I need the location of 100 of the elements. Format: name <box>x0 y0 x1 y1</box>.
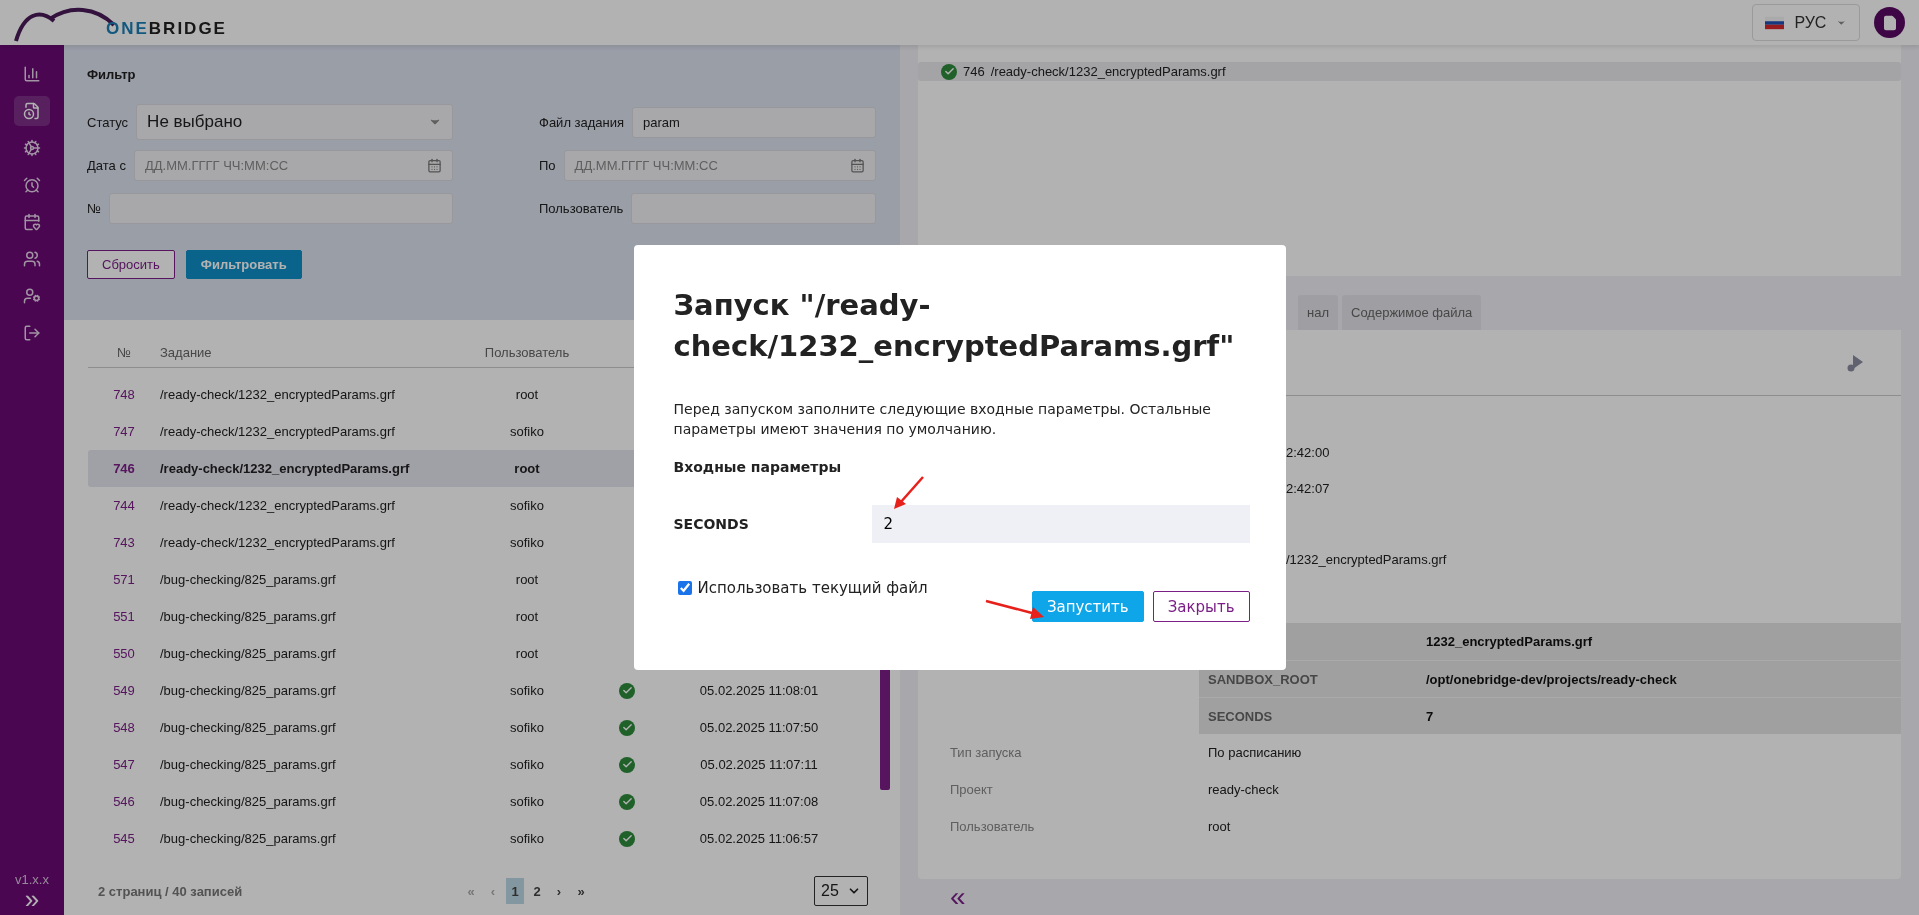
table-cell: sofiko <box>510 424 544 439</box>
table-cell: sofiko <box>510 794 544 809</box>
detail-label: Пользователь <box>950 819 1036 834</box>
task-number: 746 <box>963 64 985 79</box>
column-header: № <box>117 345 131 360</box>
table-cell: 744 <box>113 498 135 513</box>
close-button[interactable]: Закрыть <box>1152 591 1250 622</box>
field-label: Файл задания <box>539 114 625 130</box>
table-cell: sofiko <box>510 720 544 735</box>
tab[interactable]: Содержимое файла <box>1342 295 1482 330</box>
column-header: Пользователь <box>484 345 570 360</box>
avatar[interactable] <box>1874 7 1905 38</box>
page-button[interactable]: 2 <box>528 878 546 904</box>
table-cell: 748 <box>113 387 135 402</box>
table-cell: 549 <box>113 683 135 698</box>
table-cell: 550 <box>113 646 135 661</box>
table-cell: sofiko <box>510 535 544 550</box>
table-row[interactable]: 547 /bug-checking/825_params.grf sofiko 05.02.2025 11:07:11 <box>88 746 868 783</box>
table-cell: 747 <box>113 424 135 439</box>
table-cell: /bug-checking/825_params.grf <box>160 609 336 624</box>
detail-label: Тип запуска <box>950 745 1023 760</box>
table-cell: /ready-check/1232_encryptedParams.grf <box>160 424 395 439</box>
table-cell: sofiko <box>510 757 544 772</box>
flag-icon <box>1765 15 1785 30</box>
filter-title: Фильтр <box>87 67 137 82</box>
input-field[interactable]: param <box>632 106 876 138</box>
parameter-value: 1232_encryptedParams.grf <box>1426 634 1594 649</box>
field-label: По <box>539 157 556 173</box>
parameter-value: /opt/onebridge-dev/projects/ready-check <box>1426 671 1678 687</box>
tab[interactable]: нал <box>1298 295 1338 330</box>
table-cell: 746 <box>113 461 135 476</box>
dialog-description: Перед запуском заполните следующие входные параметры. Остальные параметры имеют значения по умолчанию. <box>673 400 1212 439</box>
table-cell: /bug-checking/825_params.grf <box>160 831 336 846</box>
table-cell: 05.02.2025 11:08:01 <box>699 683 819 698</box>
table-cell: 05.02.2025 11:07:11 <box>700 757 818 772</box>
reset-button[interactable]: Сбросить <box>87 250 175 279</box>
status-select[interactable]: Не выбрано <box>136 104 453 140</box>
table-cell: root <box>515 609 539 624</box>
table-cell: 547 <box>113 757 135 772</box>
next-page-button[interactable]: › <box>550 878 568 904</box>
table-cell: 571 <box>113 572 135 587</box>
language-button[interactable]: РУС <box>1752 4 1860 41</box>
checkbox-label: Использовать текущий файл <box>697 579 928 597</box>
table-row[interactable]: 548 /bug-checking/825_params.grf sofiko 05.02.2025 11:07:50 <box>88 709 868 746</box>
table-cell: /bug-checking/825_params.grf <box>160 572 336 587</box>
column-header: Задание <box>160 345 212 360</box>
table-cell: sofiko <box>510 498 544 513</box>
table-cell: /ready-check/1232_encryptedParams.grf <box>160 535 395 550</box>
calendar-icon <box>850 157 865 173</box>
table-cell: 05.02.2025 11:07:08 <box>699 794 819 809</box>
detail-value: /1232_encryptedParams.grf <box>1286 551 1447 567</box>
table-cell: /bug-checking/825_params.grf <box>160 720 336 735</box>
table-cell: 545 <box>113 831 135 846</box>
table-cell: sofiko <box>510 831 544 846</box>
section-title: Входные параметры <box>673 459 843 475</box>
page-size-select[interactable]: 25 <box>814 876 868 906</box>
table-cell: 548 <box>113 720 135 735</box>
table-cell: /ready-check/1232_encryptedParams.grf <box>160 498 395 513</box>
table-cell: /ready-check/1232_encryptedParams.grf <box>160 387 395 402</box>
table-cell: /bug-checking/825_params.grf <box>160 646 336 661</box>
table-cell: sofiko <box>510 683 544 698</box>
table-cell: 546 <box>113 794 135 809</box>
table-cell: /ready-check/1232_encryptedParams.grf <box>160 461 410 476</box>
calendar-icon <box>427 157 442 173</box>
field-label: № <box>87 200 101 216</box>
table-row[interactable]: 546 /bug-checking/825_params.grf sofiko 05.02.2025 11:07:08 <box>88 783 868 820</box>
collapse-button[interactable]: « <box>950 885 966 909</box>
page-button[interactable]: 1 <box>506 878 524 904</box>
annotation-arrow <box>983 598 1046 620</box>
checkbox[interactable] <box>677 581 692 595</box>
last-page-button[interactable]: » <box>572 878 590 904</box>
expand-button[interactable]: » <box>24 887 40 911</box>
parameter-input[interactable]: 2 <box>871 505 1250 543</box>
field-label: Дата с <box>87 157 126 173</box>
parameter-value: 7 <box>1426 708 1435 724</box>
table-cell: root <box>514 461 540 476</box>
field-label: Статус <box>87 114 129 130</box>
logo-wordmark: ONEBRIDGE <box>106 18 227 39</box>
parameter-name: SANDBOX_ROOT <box>1208 671 1319 687</box>
detail-value: По расписанию <box>1208 745 1303 760</box>
parameter-name: SECONDS <box>1208 708 1274 724</box>
annotation-arrow <box>891 475 926 511</box>
detail-value: 2:42:07 <box>1286 480 1330 496</box>
table-cell: root <box>515 387 539 402</box>
version-label: v1.x.x <box>15 872 49 887</box>
table-row[interactable]: 545 /bug-checking/825_params.grf sofiko 05.02.2025 11:06:57 <box>88 820 868 857</box>
table-cell: /bug-checking/825_params.grf <box>160 683 336 698</box>
detail-value: root <box>1208 819 1232 834</box>
table-cell: 743 <box>113 535 135 550</box>
records-summary: 2 страниц / 40 записей <box>98 883 243 899</box>
selected-task-row[interactable]: 746 /ready-check/1232_encryptedParams.grf <box>918 62 1901 81</box>
table-cell: 551 <box>113 609 135 624</box>
detail-value: ready-check <box>1208 782 1280 797</box>
table-row[interactable]: 549 /bug-checking/825_params.grf sofiko 05.02.2025 11:08:01 <box>88 672 868 709</box>
detail-label: Проект <box>950 782 994 797</box>
table-cell: root <box>515 646 539 661</box>
table-cell: root <box>515 572 539 587</box>
dialog-title: Запуск "/ready-check/1232_encryptedParams.grf" <box>673 287 1236 365</box>
field-label: Пользователь <box>539 200 624 216</box>
detail-value: 2:42:00 <box>1286 444 1330 460</box>
